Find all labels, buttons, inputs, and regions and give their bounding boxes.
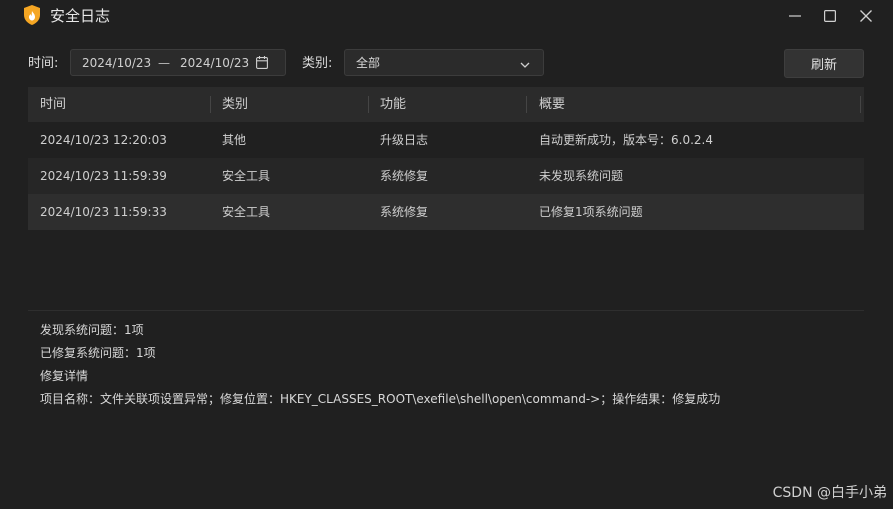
cell-category: 其他 [222, 133, 247, 147]
cell-category: 安全工具 [222, 169, 271, 183]
cell-function: 系统修复 [380, 169, 429, 183]
cell-summary: 自动更新成功，版本号：6.0.2.4 [539, 133, 713, 147]
refresh-button[interactable]: 刷新 [784, 49, 864, 78]
window-title: 安全日志 [50, 7, 111, 25]
minimize-button[interactable] [780, 3, 810, 29]
cell-function: 升级日志 [380, 133, 429, 147]
cell-time: 2024/10/23 11:59:33 [40, 205, 167, 219]
shield-flame-icon [22, 4, 42, 26]
minimize-icon [789, 7, 801, 26]
date-range-picker[interactable]: 2024/10/23 — 2024/10/23 [70, 49, 286, 76]
cell-time: 2024/10/23 11:59:39 [40, 169, 167, 183]
watermark: CSDN @白手小弟 [772, 485, 887, 501]
column-header-summary[interactable]: 概要 [539, 87, 565, 122]
cell-time: 2024/10/23 12:20:03 [40, 133, 167, 147]
detail-found-count: 发现系统问题：1项 [40, 323, 144, 337]
maximize-icon [824, 7, 837, 26]
security-log-window: 安全日志 时间: 2024/10/23 — 2024/10/23 类别: 全部 … [0, 0, 893, 509]
table-row-selected[interactable]: 2024/10/23 11:59:33 安全工具 系统修复 已修复1项系统问题 [28, 194, 864, 230]
detail-item-description: 项目名称：文件关联项设置异常；修复位置：HKEY_CLASSES_ROOT\ex… [40, 392, 721, 406]
cell-function: 系统修复 [380, 205, 429, 219]
date-end[interactable]: 2024/10/23 [180, 55, 249, 71]
table-header: 时间 类别 功能 概要 [28, 87, 864, 122]
chevron-down-icon [520, 58, 530, 72]
cell-summary: 已修复1项系统问题 [539, 205, 643, 219]
column-divider[interactable] [526, 96, 527, 113]
category-filter-label: 类别: [302, 56, 333, 71]
cell-category: 安全工具 [222, 205, 271, 219]
date-separator: — [158, 56, 170, 70]
column-divider[interactable] [860, 96, 861, 113]
detail-divider [28, 310, 864, 311]
table-row[interactable]: 2024/10/23 12:20:03 其他 升级日志 自动更新成功，版本号：6… [28, 122, 864, 158]
calendar-icon[interactable] [256, 56, 268, 72]
detail-heading: 修复详情 [40, 369, 89, 383]
category-select[interactable]: 全部 [344, 49, 544, 76]
time-filter-label: 时间: [28, 56, 59, 71]
detail-fixed-count: 已修复系统问题：1项 [40, 346, 156, 360]
column-divider[interactable] [210, 96, 211, 113]
column-header-function[interactable]: 功能 [380, 87, 406, 122]
close-button[interactable] [851, 3, 881, 29]
log-table: 时间 类别 功能 概要 2024/10/23 12:20:03 其他 升级日志 … [28, 87, 864, 230]
title-bar: 安全日志 [0, 0, 893, 32]
column-header-category[interactable]: 类别 [222, 87, 248, 122]
close-icon [860, 7, 872, 26]
table-row[interactable]: 2024/10/23 11:59:39 安全工具 系统修复 未发现系统问题 [28, 158, 864, 194]
maximize-button[interactable] [815, 3, 845, 29]
cell-summary: 未发现系统问题 [539, 169, 624, 183]
column-header-time[interactable]: 时间 [40, 87, 66, 122]
column-divider[interactable] [368, 96, 369, 113]
category-select-value: 全部 [356, 56, 381, 70]
date-start[interactable]: 2024/10/23 [82, 55, 151, 71]
